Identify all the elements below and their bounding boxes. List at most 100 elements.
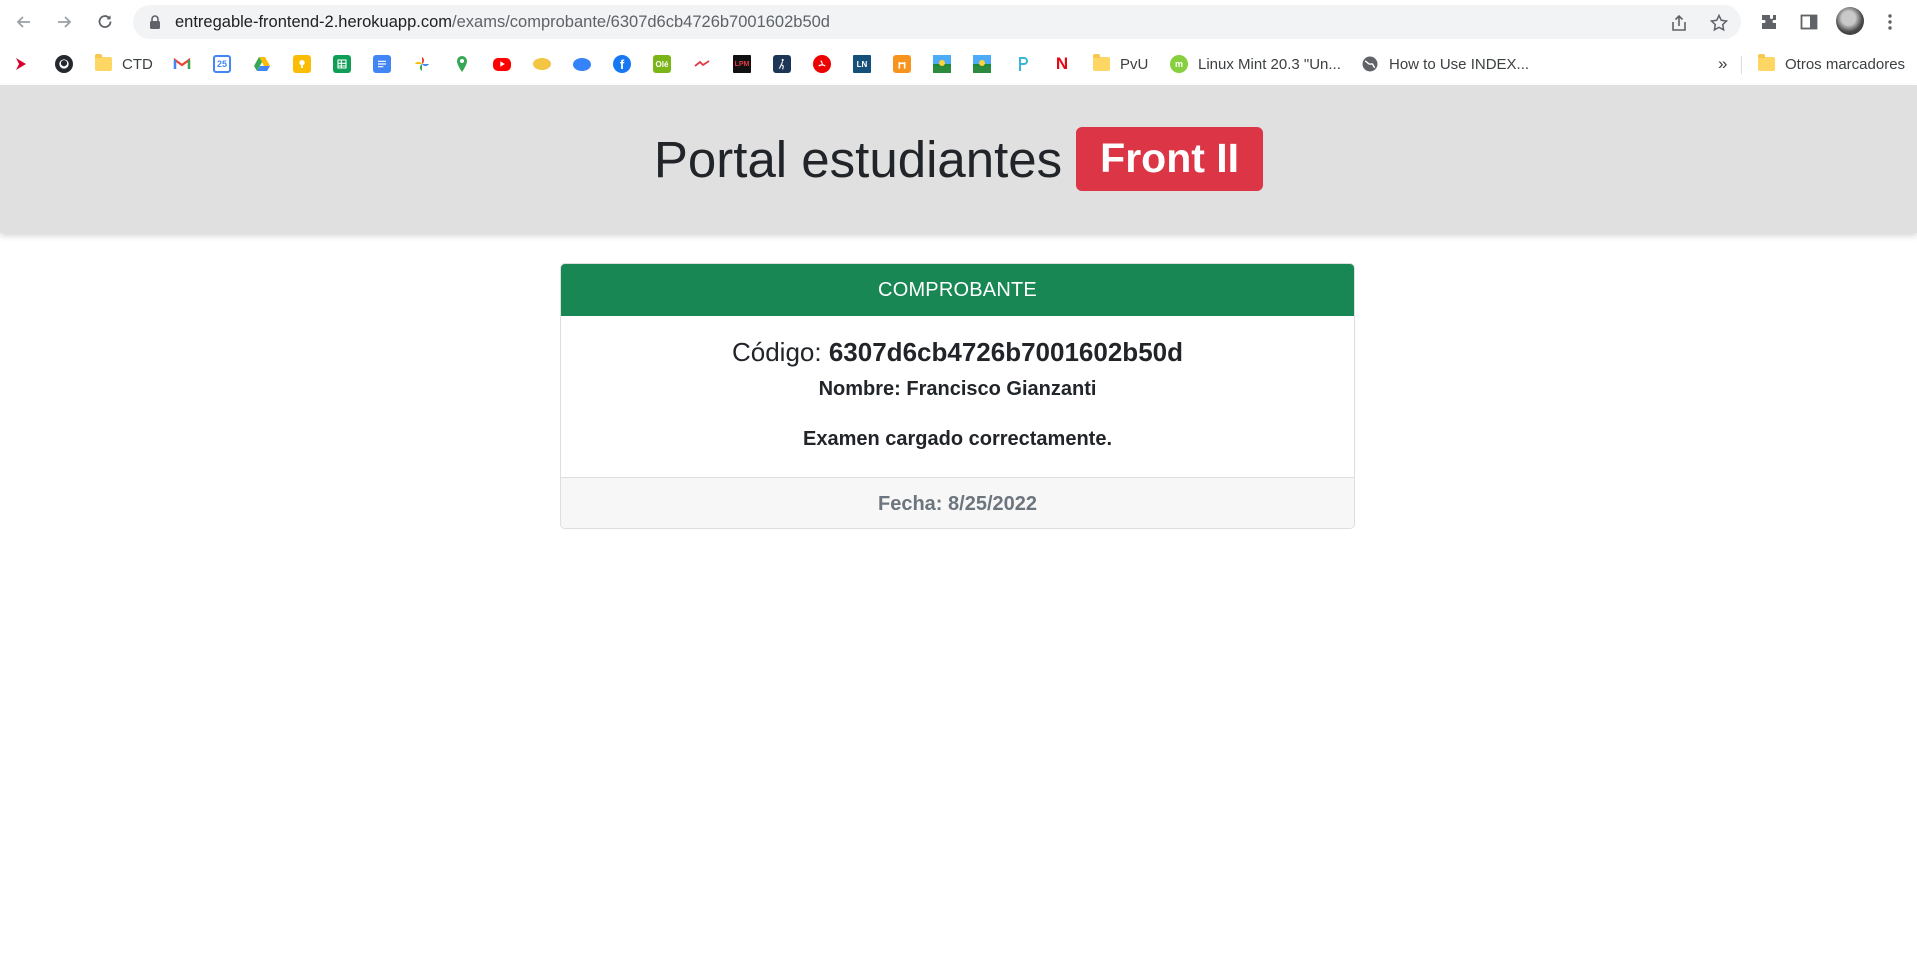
reload-icon: [98, 15, 112, 28]
bookmarks-bar: CTD 25 f Olé LPM LN N PvU m Linux Mint 2…: [0, 44, 1917, 85]
facebook-icon: f: [613, 55, 631, 73]
p-icon: [1013, 55, 1031, 73]
bookmark-label: CTD: [122, 55, 153, 73]
bookmark-linux-mint[interactable]: m Linux Mint 20.3 "Un...: [1170, 53, 1341, 75]
bookmark-landscape[interactable]: [933, 53, 951, 75]
browser-chrome: entregable-frontend-2.herokuapp.com/exam…: [0, 0, 1917, 85]
status-message: Examen cargado correctamente.: [802, 428, 1113, 450]
bookmark-drive[interactable]: [253, 53, 271, 75]
receipt-card-header: COMPROBANTE: [561, 264, 1354, 316]
photos-icon: [413, 55, 431, 73]
bookmark-p[interactable]: [1013, 53, 1031, 75]
bookmark-orange[interactable]: [893, 53, 911, 75]
bookmark-mercadolibre[interactable]: [573, 53, 591, 75]
sheets-icon: [333, 55, 351, 73]
bookmark-santander[interactable]: [813, 53, 831, 75]
bookmark-hiking[interactable]: [773, 53, 791, 75]
bookmark-folder-ctd[interactable]: CTD: [95, 53, 153, 75]
calendar-icon: 25: [213, 55, 231, 73]
exam-code: Código: 6307d6cb4726b7001602b50d: [561, 336, 1354, 368]
orange-icon: [893, 55, 911, 73]
bookmarks-divider: [1741, 56, 1742, 74]
bookmark-docs[interactable]: [373, 53, 391, 75]
folder-icon: [95, 54, 112, 71]
extensions-icon[interactable]: [1755, 8, 1783, 36]
bookmark-youtube[interactable]: [493, 53, 511, 75]
folder-icon: [1758, 54, 1775, 71]
santander-icon: [813, 55, 831, 73]
bookmark-star-icon[interactable]: [1708, 12, 1730, 34]
bookmark-github[interactable]: [55, 53, 73, 75]
student-name: Nombre: Francisco Gianzanti: [561, 376, 1354, 402]
mint-icon: m: [1170, 55, 1188, 73]
receipt-card-body: Código: 6307d6cb4726b7001602b50d Nombre:…: [561, 316, 1354, 478]
landscape-icon: [933, 55, 951, 73]
hiking-icon: [773, 55, 791, 73]
ln-icon: LN: [853, 55, 871, 73]
bookmark-ole[interactable]: Olé: [653, 53, 671, 75]
bookmark-gmail[interactable]: [173, 53, 191, 75]
bookmark-facebook[interactable]: f: [613, 53, 631, 75]
arrow-red-icon: [12, 55, 30, 73]
bookmark-folder-pvu[interactable]: PvU: [1093, 53, 1148, 75]
other-bookmarks-label: Otros marcadores: [1785, 55, 1906, 73]
bookmarks-overflow-button[interactable]: »: [1718, 53, 1727, 75]
globe-icon: [1361, 55, 1379, 73]
netflix-icon: N: [1055, 54, 1069, 73]
bookmark-keep[interactable]: [293, 53, 311, 75]
sport-icon: [693, 55, 711, 73]
keep-icon: [293, 55, 311, 73]
github-icon: [55, 55, 73, 73]
back-arrow-icon: [16, 16, 30, 28]
forward-arrow-icon: [58, 16, 72, 28]
share-icon[interactable]: [1668, 12, 1690, 34]
ole-icon: Olé: [653, 55, 671, 73]
url-host: entregable-frontend-2.herokuapp.com: [175, 13, 453, 31]
bookmark-sport[interactable]: [693, 53, 711, 75]
student-name-value: Francisco Gianzanti: [906, 378, 1097, 400]
mercadolibre-icon: [573, 57, 591, 71]
bookmark-ln[interactable]: LN: [853, 53, 871, 75]
bookmark-netflix[interactable]: N: [1053, 53, 1071, 75]
course-badge: Front II: [1076, 127, 1264, 191]
landscape2-icon: [973, 55, 991, 73]
site-header: Portal estudiantes Front II: [0, 85, 1917, 233]
side-panel-icon[interactable]: [1795, 8, 1823, 36]
exam-code-value: 6307d6cb4726b7001602b50d: [828, 337, 1183, 367]
url-path: /exams/comprobante/6307d6cb4726b7001602b…: [452, 13, 830, 31]
browser-toolbar: entregable-frontend-2.herokuapp.com/exam…: [0, 0, 1917, 44]
bookmark-calendar[interactable]: 25: [213, 53, 231, 75]
date-label: Fecha:: [877, 493, 943, 515]
maps-icon: [453, 55, 471, 73]
profile-avatar[interactable]: [1836, 7, 1864, 35]
bookmark-label: PvU: [1120, 55, 1149, 73]
back-button[interactable]: [8, 6, 40, 38]
url-text[interactable]: entregable-frontend-2.herokuapp.com/exam…: [175, 13, 830, 32]
menu-kebab-icon[interactable]: [1876, 8, 1904, 36]
bookmark-label: How to Use INDEX...: [1389, 55, 1530, 73]
bookmark-photos[interactable]: [413, 53, 431, 75]
forward-button[interactable]: [48, 6, 80, 38]
address-bar[interactable]: entregable-frontend-2.herokuapp.com/exam…: [133, 5, 1741, 39]
youtube-icon: [493, 57, 511, 71]
lock-icon: [150, 15, 160, 29]
bookmark-index-article[interactable]: How to Use INDEX...: [1361, 53, 1529, 75]
bookmark-arrow[interactable]: [12, 53, 30, 75]
page-title: Portal estudiantes: [653, 130, 1063, 188]
bookmark-landscape-2[interactable]: [973, 53, 991, 75]
bookmark-other-folder[interactable]: Otros marcadores: [1758, 53, 1905, 75]
bookmark-sheets[interactable]: [333, 53, 351, 75]
bookmark-maps[interactable]: [453, 53, 471, 75]
docs-icon: [373, 55, 391, 73]
bookmark-bank[interactable]: [533, 53, 551, 75]
bookmark-lpm[interactable]: LPM: [733, 53, 751, 75]
receipt-card: COMPROBANTE Código: 6307d6cb4726b7001602…: [560, 263, 1355, 529]
gmail-icon: [173, 55, 191, 73]
date-value: 8/25/2022: [948, 493, 1037, 515]
exam-code-label: Código:: [731, 337, 822, 367]
header-title-wrap: Portal estudiantes Front II: [0, 85, 1917, 233]
reload-button[interactable]: [89, 6, 121, 38]
receipt-card-footer: Fecha: 8/25/2022: [561, 478, 1354, 528]
student-name-label: Nombre:: [818, 378, 901, 400]
bookmark-label: Linux Mint 20.3 "Un...: [1198, 55, 1341, 73]
